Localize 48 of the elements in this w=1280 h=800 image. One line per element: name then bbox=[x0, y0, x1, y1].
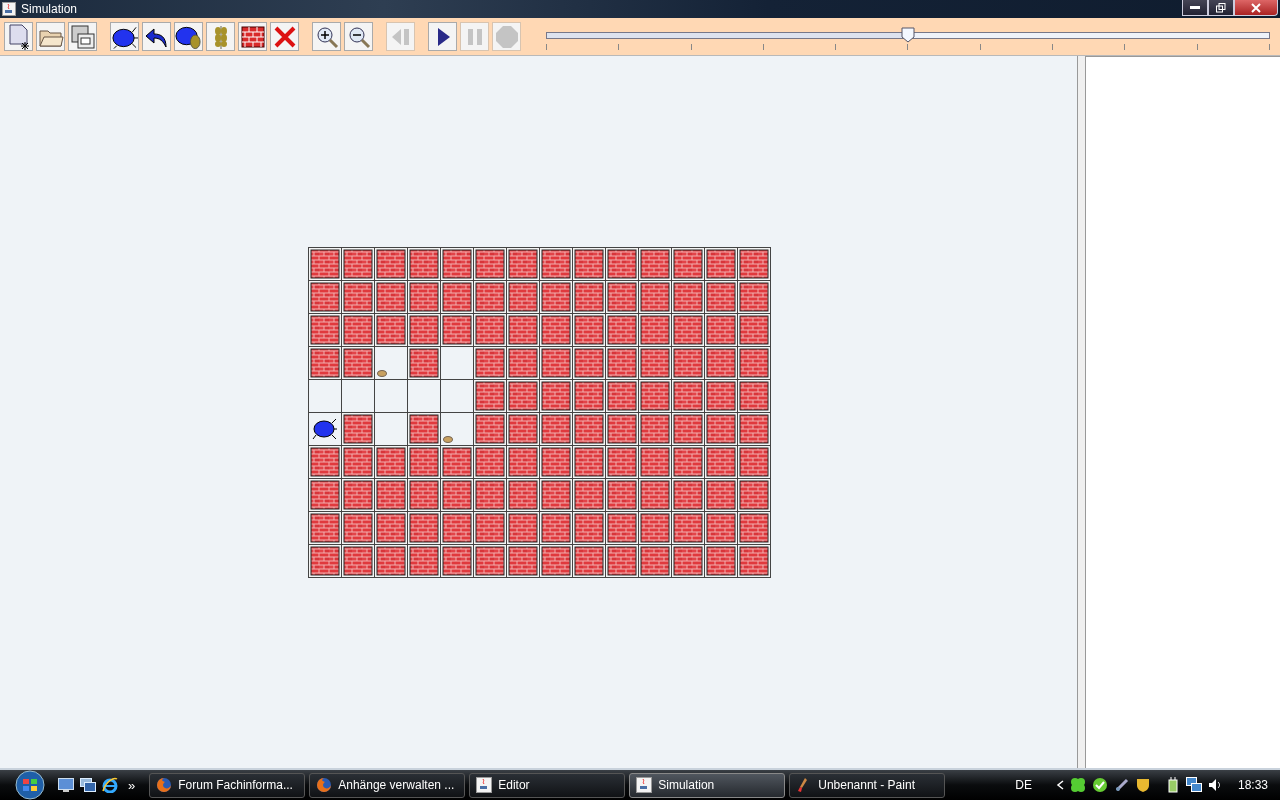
toolbar-button[interactable] bbox=[110, 22, 139, 51]
toolbar-button[interactable] bbox=[428, 22, 457, 51]
overflow-chevron[interactable]: » bbox=[128, 777, 136, 793]
slider-thumb[interactable] bbox=[901, 26, 915, 43]
clock[interactable]: 18:33 bbox=[1237, 778, 1268, 792]
window-title: Simulation bbox=[21, 2, 78, 16]
zoom-out-icon bbox=[346, 24, 371, 49]
grain-icon bbox=[377, 370, 387, 377]
chevron-left-icon[interactable] bbox=[1055, 780, 1064, 790]
language-indicator[interactable]: DE bbox=[1015, 778, 1032, 792]
new-file-icon bbox=[6, 23, 31, 50]
toolbar-button[interactable] bbox=[238, 22, 267, 51]
minimize-button[interactable] bbox=[1182, 0, 1208, 16]
start-orb-icon[interactable] bbox=[12, 770, 48, 800]
wheat-ear-icon bbox=[212, 23, 229, 50]
zoom-in-icon bbox=[314, 24, 339, 49]
minimize-icon bbox=[1190, 5, 1200, 10]
windows-stack-icon[interactable] bbox=[80, 778, 96, 792]
taskbar-button[interactable]: Forum Fachinforma... bbox=[149, 772, 306, 798]
browser-e-icon[interactable] bbox=[102, 777, 118, 793]
globe-fox-icon bbox=[316, 777, 333, 793]
toolbar-button[interactable] bbox=[4, 22, 33, 51]
coffee-cup-icon bbox=[636, 777, 653, 793]
toolbar-button[interactable] bbox=[142, 22, 171, 51]
maximize-button[interactable] bbox=[1208, 0, 1234, 16]
close-icon bbox=[1251, 2, 1261, 13]
network-icon[interactable] bbox=[1185, 777, 1202, 793]
close-button[interactable] bbox=[1234, 0, 1278, 16]
grain-icon bbox=[443, 436, 453, 443]
taskbar-button[interactable]: Simulation bbox=[629, 772, 786, 798]
stop-icon bbox=[494, 24, 519, 49]
toolbar-button[interactable] bbox=[312, 22, 341, 51]
desktop-icon[interactable] bbox=[58, 778, 74, 792]
speaker-icon[interactable] bbox=[1207, 778, 1222, 792]
delete-icon bbox=[272, 24, 297, 49]
clover-icon[interactable] bbox=[1069, 777, 1086, 793]
restore-icon bbox=[1216, 2, 1226, 13]
toolbar-button[interactable] bbox=[344, 22, 373, 51]
taskbar-button[interactable]: Editor bbox=[469, 772, 626, 798]
globe-fox-icon bbox=[156, 777, 173, 793]
taskbar-button[interactable]: Anhänge verwalten ... bbox=[309, 772, 466, 798]
coffee-cup-icon bbox=[476, 777, 493, 793]
coffee-cup-icon bbox=[2, 2, 16, 16]
brick-wall-icon bbox=[240, 25, 265, 48]
toolbar-button[interactable] bbox=[174, 22, 203, 51]
taskbar-button[interactable]: Unbenannt - Paint bbox=[789, 772, 946, 798]
check-circle-icon[interactable] bbox=[1091, 777, 1108, 793]
shield-icon[interactable] bbox=[1135, 777, 1150, 793]
